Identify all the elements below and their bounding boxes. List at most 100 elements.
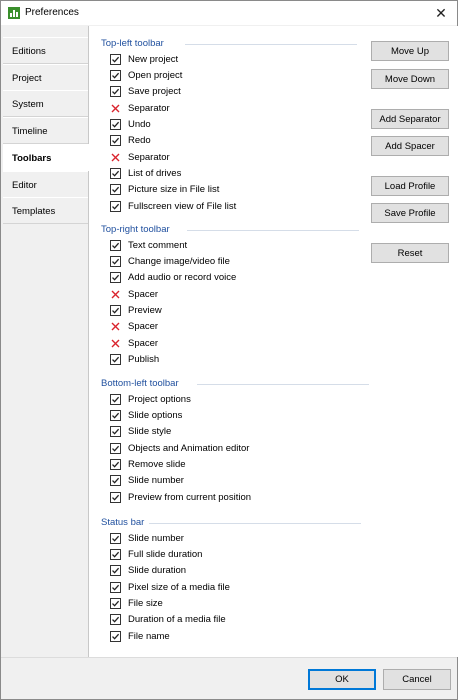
sidebar-item-templates[interactable]: Templates <box>3 197 88 225</box>
remove-x-icon[interactable] <box>110 321 121 332</box>
ok-button[interactable]: OK <box>308 669 376 690</box>
option-checkbox[interactable]: Full slide duration <box>110 547 202 561</box>
option-checkbox[interactable]: Pixel size of a media file <box>110 580 230 594</box>
checkbox-checked-icon[interactable] <box>110 53 121 65</box>
option-checkbox[interactable]: Slide number <box>110 474 184 488</box>
option-checkbox[interactable]: Fullscreen view of File list <box>110 199 236 213</box>
checkbox-checked-icon[interactable] <box>110 597 121 609</box>
option-checkbox[interactable]: Preview from current position <box>110 490 251 504</box>
option-label: Picture size in File list <box>128 184 220 196</box>
option-checkbox[interactable]: Picture size in File list <box>110 183 219 197</box>
remove-x-icon[interactable] <box>110 289 121 300</box>
sidebar-item-system[interactable]: System <box>3 90 88 118</box>
checkbox-checked-icon[interactable] <box>110 581 121 593</box>
option-label: Project options <box>128 393 191 405</box>
save-profile-button[interactable]: Save Profile <box>371 203 449 223</box>
group-divider <box>197 384 369 385</box>
group-title: Bottom-left toolbar <box>101 378 179 389</box>
checkbox-checked-icon[interactable] <box>110 614 121 626</box>
option-checkbox[interactable]: Duration of a media file <box>110 613 226 627</box>
group-divider <box>187 230 359 231</box>
option-checkbox[interactable]: Slide style <box>110 425 171 439</box>
option-label: Save project <box>128 86 181 98</box>
group-title: Status bar <box>101 517 145 528</box>
checkbox-checked-icon[interactable] <box>110 426 121 438</box>
sidebar-item-editor[interactable]: Editor <box>3 170 88 198</box>
option-label: Objects and Animation editor <box>128 442 250 454</box>
option-label: File size <box>128 597 163 609</box>
option-checkbox[interactable]: Redo <box>110 134 151 148</box>
checkbox-checked-icon[interactable] <box>110 442 121 454</box>
remove-x-icon[interactable] <box>110 338 121 349</box>
option-removable[interactable]: Separator <box>110 101 170 115</box>
option-checkbox[interactable]: Slide options <box>110 408 182 422</box>
option-label: Remove slide <box>128 458 186 470</box>
option-checkbox[interactable]: Preview <box>110 303 162 317</box>
sidebar-item-toolbars[interactable]: Toolbars <box>3 143 91 171</box>
option-removable[interactable]: Spacer <box>110 320 158 334</box>
option-checkbox[interactable]: Slide duration <box>110 564 186 578</box>
checkbox-checked-icon[interactable] <box>110 475 121 487</box>
reset-button[interactable]: Reset <box>371 243 449 263</box>
dialog-footer: OK Cancel <box>1 657 457 699</box>
checkbox-checked-icon[interactable] <box>110 167 121 179</box>
option-checkbox[interactable]: Save project <box>110 85 181 99</box>
option-label: Full slide duration <box>128 548 203 560</box>
sidebar: Editions Project System Timeline Toolbars Edi… <box>3 37 91 657</box>
option-checkbox[interactable]: File size <box>110 596 163 610</box>
checkbox-checked-icon[interactable] <box>110 200 121 212</box>
checkbox-checked-icon[interactable] <box>110 69 121 81</box>
option-checkbox[interactable]: Publish <box>110 352 159 366</box>
option-checkbox[interactable]: List of drives <box>110 166 181 180</box>
option-checkbox[interactable]: Add audio or record voice <box>110 271 236 285</box>
option-label: Slide number <box>128 475 184 487</box>
cancel-button[interactable]: Cancel <box>383 669 451 690</box>
option-checkbox[interactable]: Change image/video file <box>110 254 230 268</box>
sidebar-item-editions[interactable]: Editions <box>3 37 88 64</box>
option-label: Spacer <box>128 288 159 300</box>
option-label: Undo <box>128 118 151 130</box>
option-checkbox[interactable]: Undo <box>110 117 151 131</box>
checkbox-checked-icon[interactable] <box>110 630 121 642</box>
checkbox-checked-icon[interactable] <box>110 184 121 196</box>
option-label: Add audio or record voice <box>128 272 237 284</box>
title-bar: Preferences ✕ <box>1 1 457 25</box>
option-checkbox[interactable]: Slide number <box>110 531 184 545</box>
checkbox-checked-icon[interactable] <box>110 239 121 251</box>
checkbox-checked-icon[interactable] <box>110 86 121 98</box>
option-checkbox[interactable]: Open project <box>110 68 182 82</box>
option-checkbox[interactable]: Objects and Animation editor <box>110 441 249 455</box>
checkbox-checked-icon[interactable] <box>110 304 121 316</box>
checkbox-checked-icon[interactable] <box>110 393 121 405</box>
option-checkbox[interactable]: Project options <box>110 392 191 406</box>
checkbox-checked-icon[interactable] <box>110 118 121 130</box>
load-profile-button[interactable]: Load Profile <box>371 176 449 196</box>
checkbox-checked-icon[interactable] <box>110 272 121 284</box>
checkbox-checked-icon[interactable] <box>110 532 121 544</box>
move-up-button[interactable]: Move Up <box>371 41 449 61</box>
checkbox-checked-icon[interactable] <box>110 353 121 365</box>
checkbox-checked-icon[interactable] <box>110 491 121 503</box>
move-down-button[interactable]: Move Down <box>371 69 449 89</box>
add-spacer-button[interactable]: Add Spacer <box>371 136 449 156</box>
sidebar-item-timeline[interactable]: Timeline <box>3 117 88 145</box>
option-checkbox[interactable]: New project <box>110 52 178 66</box>
checkbox-checked-icon[interactable] <box>110 458 121 470</box>
checkbox-checked-icon[interactable] <box>110 548 121 560</box>
add-separator-button[interactable]: Add Separator <box>371 109 449 129</box>
option-checkbox[interactable]: Text comment <box>110 238 187 252</box>
remove-x-icon[interactable] <box>110 103 121 114</box>
remove-x-icon[interactable] <box>110 152 121 163</box>
sidebar-item-project[interactable]: Project <box>3 63 88 91</box>
checkbox-checked-icon[interactable] <box>110 565 121 577</box>
option-label: Spacer <box>128 337 159 349</box>
checkbox-checked-icon[interactable] <box>110 255 121 267</box>
option-removable[interactable]: Spacer <box>110 287 158 301</box>
checkbox-checked-icon[interactable] <box>110 409 121 421</box>
option-removable[interactable]: Spacer <box>110 336 158 350</box>
option-checkbox[interactable]: File name <box>110 629 170 643</box>
option-removable[interactable]: Separator <box>110 150 170 164</box>
close-icon[interactable]: ✕ <box>425 1 457 25</box>
option-checkbox[interactable]: Remove slide <box>110 457 186 471</box>
checkbox-checked-icon[interactable] <box>110 135 121 147</box>
